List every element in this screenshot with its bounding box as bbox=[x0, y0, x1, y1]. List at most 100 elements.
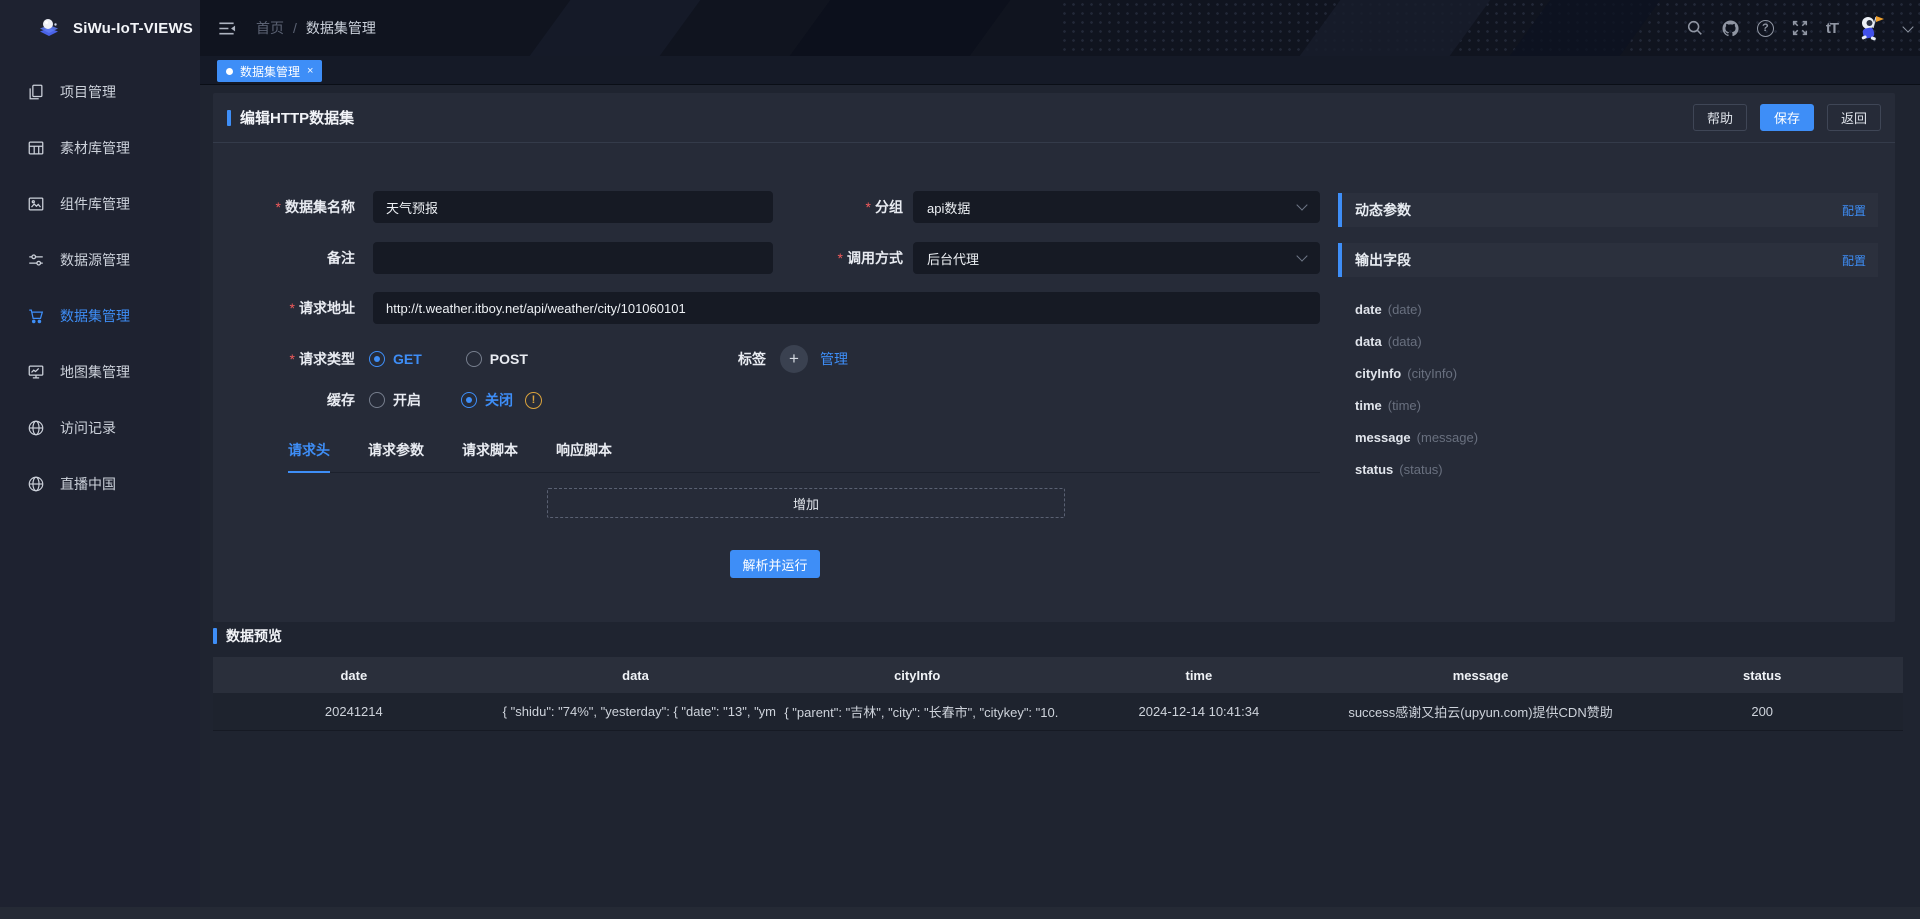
tags-group: 标签 + 管理 bbox=[738, 345, 848, 373]
tab-response-script[interactable]: 响应脚本 bbox=[556, 440, 612, 472]
edit-http-dataset-card: 编辑HTTP数据集 帮助 保存 返回 *数据集名称 *分组 api数据 备注 *… bbox=[213, 93, 1895, 622]
breadcrumb-home[interactable]: 首页 bbox=[256, 18, 284, 38]
sidebar-item-projects[interactable]: 项目管理 bbox=[0, 64, 200, 120]
request-url-input[interactable] bbox=[373, 292, 1320, 324]
remark-input[interactable] bbox=[373, 242, 773, 274]
tab-request-headers[interactable]: 请求头 bbox=[288, 440, 330, 472]
copy-icon bbox=[27, 83, 45, 101]
cache-label: 缓存 bbox=[213, 390, 355, 410]
open-tabs-bar: 数据集管理 × bbox=[200, 56, 1920, 85]
group-select[interactable]: api数据 bbox=[913, 191, 1320, 223]
output-fields-title: 输出字段 bbox=[1355, 250, 1411, 270]
column-header: cityInfo bbox=[776, 668, 1058, 683]
dataset-name-input[interactable] bbox=[373, 191, 773, 223]
warning-icon: ! bbox=[525, 392, 542, 409]
sidebar-item-assets[interactable]: 素材库管理 bbox=[0, 120, 200, 176]
horizontal-scrollbar[interactable] bbox=[0, 907, 1920, 919]
breadcrumb: 首页 / 数据集管理 bbox=[256, 18, 376, 38]
panel-accent-bar bbox=[1338, 243, 1342, 277]
github-icon[interactable] bbox=[1721, 19, 1740, 38]
radio-icon bbox=[369, 351, 385, 367]
configure-output-fields-link[interactable]: 配置 bbox=[1842, 252, 1866, 269]
tab-chip-label: 数据集管理 bbox=[240, 63, 300, 80]
tab-request-params[interactable]: 请求参数 bbox=[368, 440, 424, 472]
search-icon[interactable] bbox=[1686, 19, 1704, 37]
table-cell: success感谢又拍云(upyun.com)提供CDN赞助 bbox=[1340, 702, 1622, 721]
configure-dynamic-params-link[interactable]: 配置 bbox=[1842, 202, 1866, 219]
sidebar-item-datasets[interactable]: 数据集管理 bbox=[0, 288, 200, 344]
params-panel: 动态参数 配置 输出字段 配置 date (date) data (data) … bbox=[1338, 193, 1878, 485]
breadcrumb-current: 数据集管理 bbox=[306, 18, 376, 38]
required-mark: * bbox=[290, 300, 295, 316]
field-name: cityInfo bbox=[1355, 366, 1401, 381]
required-mark: * bbox=[276, 199, 281, 215]
tab-request-script[interactable]: 请求脚本 bbox=[462, 440, 518, 472]
radio-icon bbox=[466, 351, 482, 367]
cart-icon bbox=[27, 307, 45, 325]
table-cell: 200 bbox=[1621, 704, 1903, 719]
radio-cache-off[interactable]: 关闭 bbox=[461, 390, 513, 410]
table-cell: { "shidu": "74%", "yesterday": { "date":… bbox=[495, 704, 777, 719]
help-button[interactable]: 帮助 bbox=[1693, 104, 1747, 131]
tab-chip-dataset-management[interactable]: 数据集管理 × bbox=[217, 60, 322, 82]
field-alias: (status) bbox=[1399, 462, 1442, 477]
chart-board-icon bbox=[27, 363, 45, 381]
sidebar-item-label: 访问记录 bbox=[60, 418, 116, 438]
chevron-down-icon bbox=[1296, 199, 1307, 210]
output-field-item: data (data) bbox=[1355, 325, 1878, 357]
radio-cache-off-label: 关闭 bbox=[485, 390, 513, 410]
request-url-label: *请求地址 bbox=[213, 298, 355, 318]
radio-post[interactable]: POST bbox=[466, 351, 528, 367]
panel-accent-bar bbox=[1338, 193, 1342, 227]
radio-get[interactable]: GET bbox=[369, 351, 422, 367]
sidebar-item-access-log[interactable]: 访问记录 bbox=[0, 400, 200, 456]
data-preview-table: date data cityInfo time message status 2… bbox=[213, 657, 1903, 731]
table-header-row: date data cityInfo time message status bbox=[213, 657, 1903, 693]
required-mark: * bbox=[866, 199, 871, 215]
tags-label: 标签 bbox=[738, 349, 766, 369]
column-header: time bbox=[1058, 668, 1340, 683]
field-name: time bbox=[1355, 398, 1382, 413]
avatar[interactable] bbox=[1855, 12, 1887, 44]
request-type-label: *请求类型 bbox=[213, 349, 355, 369]
tab-active-dot-icon bbox=[226, 68, 233, 75]
font-size-icon[interactable]: tT bbox=[1826, 20, 1838, 37]
sidebar-item-live-china[interactable]: 直播中国 bbox=[0, 456, 200, 512]
close-icon[interactable]: × bbox=[307, 65, 313, 77]
field-alias: (data) bbox=[1388, 334, 1422, 349]
radio-cache-on-label: 开启 bbox=[393, 390, 421, 410]
sidebar-item-datasources[interactable]: 数据源管理 bbox=[0, 232, 200, 288]
column-header: date bbox=[213, 668, 495, 683]
invoke-mode-label: *调用方式 bbox=[773, 248, 903, 268]
globe-icon bbox=[27, 419, 45, 437]
menu-fold-icon[interactable] bbox=[217, 19, 236, 38]
manage-tags-link[interactable]: 管理 bbox=[820, 349, 848, 369]
caret-down-icon[interactable] bbox=[1902, 21, 1913, 32]
sidebar-item-components[interactable]: 组件库管理 bbox=[0, 176, 200, 232]
logo-cube-icon bbox=[36, 15, 62, 41]
sidebar-item-maps[interactable]: 地图集管理 bbox=[0, 344, 200, 400]
output-field-item: date (date) bbox=[1355, 293, 1878, 325]
chevron-down-icon bbox=[1296, 250, 1307, 261]
add-tag-button[interactable]: + bbox=[780, 345, 808, 373]
save-button[interactable]: 保存 bbox=[1760, 104, 1814, 131]
parse-and-run-button[interactable]: 解析并运行 bbox=[730, 550, 820, 578]
group-label: *分组 bbox=[773, 197, 903, 217]
sidebar: SiWu-IoT-VIEWS 项目管理 素材库管理 组件库管理 数据源管理 bbox=[0, 0, 200, 919]
radio-icon bbox=[369, 392, 385, 408]
invoke-mode-select[interactable]: 后台代理 bbox=[913, 242, 1320, 274]
column-header: status bbox=[1621, 668, 1903, 683]
field-alias: (message) bbox=[1417, 430, 1478, 445]
radio-cache-on[interactable]: 开启 bbox=[369, 390, 421, 410]
back-button[interactable]: 返回 bbox=[1827, 104, 1881, 131]
field-alias: (time) bbox=[1388, 398, 1421, 413]
data-preview-title: 数据预览 bbox=[226, 626, 282, 646]
output-field-item: cityInfo (cityInfo) bbox=[1355, 357, 1878, 389]
radio-get-label: GET bbox=[393, 351, 422, 367]
help-icon[interactable]: ? bbox=[1757, 20, 1774, 37]
required-mark: * bbox=[838, 250, 843, 266]
add-row-button[interactable]: 增加 bbox=[547, 488, 1065, 518]
required-mark: * bbox=[290, 351, 295, 367]
app-title: SiWu-IoT-VIEWS bbox=[73, 20, 193, 37]
fullscreen-icon[interactable] bbox=[1791, 19, 1809, 37]
